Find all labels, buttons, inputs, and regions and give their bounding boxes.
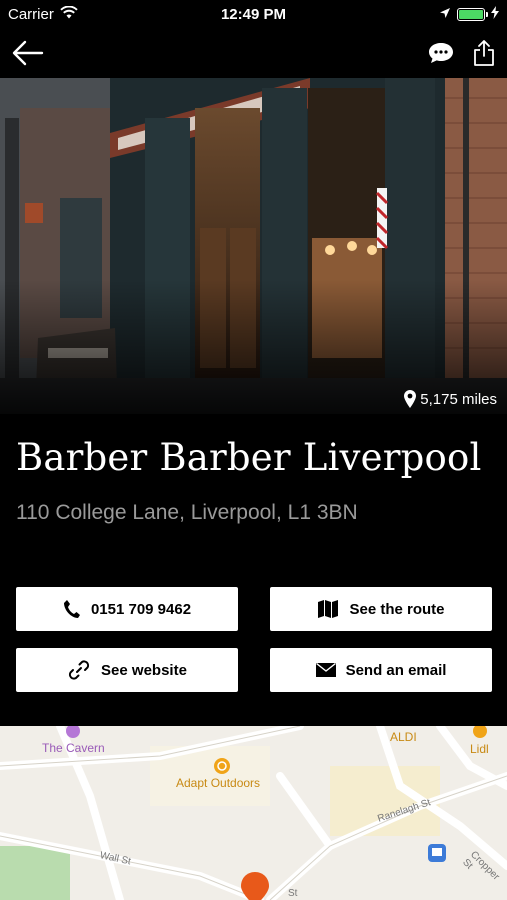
location-map[interactable]: The Cavern Adapt Outdoors ALDI Lidl Rane…	[0, 726, 507, 900]
share-icon	[474, 40, 494, 66]
place-name: Barber Barber Liverpool	[16, 436, 482, 479]
distance-text: 5,175 miles	[420, 390, 497, 408]
folded-map-icon	[318, 600, 339, 618]
call-button-label: 0151 709 9462	[90, 600, 192, 618]
back-button[interactable]	[12, 40, 44, 66]
map-label-st: St	[288, 888, 298, 899]
charging-bolt-icon	[491, 5, 499, 23]
phone-icon	[63, 600, 80, 618]
location-arrow-icon	[439, 6, 451, 23]
map-label-cavern: The Cavern	[42, 741, 105, 755]
route-button[interactable]: See the route	[270, 587, 492, 631]
carrier-label: Carrier	[8, 5, 54, 23]
hero-photo: 5,175 miles	[0, 78, 507, 414]
chat-button[interactable]	[427, 41, 455, 65]
distance-badge: 5,175 miles	[404, 390, 497, 408]
status-right	[439, 5, 499, 23]
chat-bubble-icon	[429, 43, 453, 63]
wifi-icon	[60, 5, 78, 23]
storefront-photo	[0, 78, 507, 414]
website-button-label: See website	[101, 661, 187, 679]
map-pin-icon	[404, 390, 417, 408]
email-button-label: Send an email	[345, 661, 447, 679]
map-label-adapt: Adapt Outdoors	[176, 776, 261, 790]
arrow-left-icon	[12, 40, 44, 66]
status-left: Carrier	[8, 5, 78, 23]
place-address: 110 College Lane, Liverpool, L1 3BN	[16, 501, 358, 524]
battery-fill	[459, 9, 483, 19]
envelope-icon	[315, 663, 336, 677]
nav-actions	[427, 39, 495, 67]
link-icon	[69, 660, 90, 680]
battery-icon	[457, 7, 488, 21]
website-button[interactable]: See website	[16, 648, 238, 692]
map-label-aldi: ALDI	[390, 730, 417, 744]
email-button[interactable]: Send an email	[270, 648, 492, 692]
status-bar: Carrier 12:49 PM	[0, 0, 507, 28]
share-button[interactable]	[473, 39, 495, 67]
nav-bar	[0, 28, 507, 78]
map-label-lidl: Lidl	[470, 742, 489, 756]
call-button[interactable]: 0151 709 9462	[16, 587, 238, 631]
route-button-label: See the route	[349, 600, 445, 618]
